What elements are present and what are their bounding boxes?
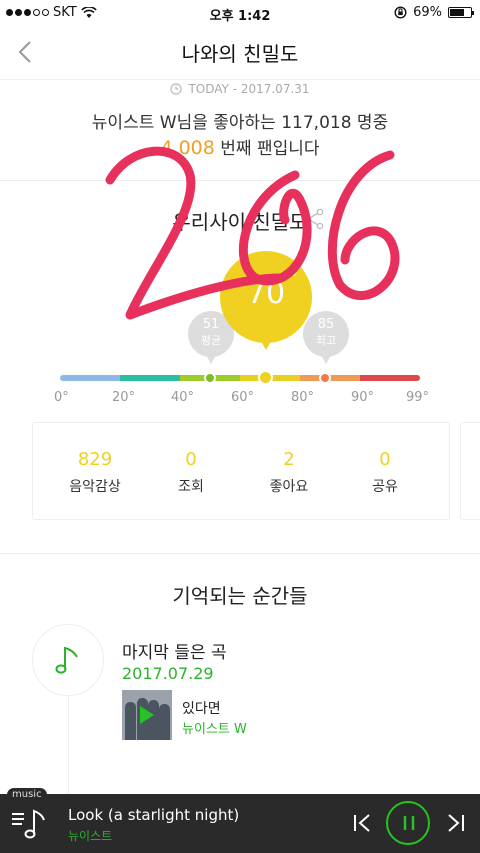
scale-segment [60,375,120,381]
status-right: 69% [394,5,474,20]
intimacy-pointer [258,336,274,350]
music-tag: music [7,788,47,802]
stat-value: 0 [185,449,197,470]
scale-tick: 20° [112,390,136,405]
intimacy-scale-bar [60,375,420,381]
stats-card[interactable]: 829 음악감상 0 조회 2 좋아요 0 공유 [32,422,450,520]
rotation-lock-icon [394,6,407,19]
header: 나와의 친밀도 [0,26,480,80]
scale-tick: 0° [54,390,69,405]
stat-label: 좋아요 [269,479,309,495]
pause-button[interactable] [386,801,430,845]
song-artist[interactable]: 뉴이스트 W [182,718,247,737]
album-art[interactable] [122,690,172,740]
page-title: 나와의 친밀도 [181,42,299,66]
memory-date: 2017.07.29 [122,664,214,683]
scale-segment [120,375,180,381]
playlist-icon[interactable] [10,806,48,840]
scale-tick: 40° [171,390,195,405]
best-pointer [321,355,331,364]
scale-tick: 99° [406,390,430,405]
average-pointer [206,355,216,364]
battery-icon [448,7,474,18]
next-card-peek[interactable] [460,422,480,520]
scale-tick: 60° [231,390,255,405]
average-label: 평균 [200,334,222,347]
stat-view: 0 조회 [143,449,239,496]
stat-label: 음악감상 [69,479,121,495]
previous-icon[interactable] [352,812,372,834]
best-marker [319,372,331,384]
handwritten-number-overlay [105,146,400,320]
best-label: 최고 [315,334,337,347]
stat-value: 0 [379,449,391,470]
stat-listen: 829 음악감상 [47,449,143,496]
timeline-node [32,624,104,696]
timeline-line [68,696,69,796]
status-bar: SKT 오후 1:42 69% [0,0,480,26]
now-playing-artist[interactable]: 뉴이스트 [68,827,112,844]
stat-like: 2 좋아요 [241,449,337,496]
next-icon[interactable] [446,812,466,834]
average-marker [204,372,216,384]
memories-title: 기억되는 순간들 [172,584,308,608]
stat-label: 공유 [372,479,398,495]
play-icon[interactable] [140,706,154,724]
now-playing-title[interactable]: Look (a starlight night) [68,806,239,824]
scale-segment [360,375,420,381]
today-label: TODAY - 2017.07.31 [0,82,480,96]
clock-icon [170,83,183,95]
stat-value: 2 [283,449,295,470]
scale-tick: 80° [291,390,315,405]
divider [0,553,480,554]
music-note-icon [55,646,78,674]
today-date: TODAY - 2017.07.31 [188,82,310,96]
stat-label: 조회 [178,479,204,495]
memory-heading: 마지막 들은 곡 [122,643,227,663]
stat-value: 829 [77,449,113,470]
scale-tick: 90° [351,390,375,405]
song-title[interactable]: 있다면 [182,698,221,718]
stat-share: 0 공유 [337,449,433,496]
pause-icon [403,816,415,830]
intimacy-marker [258,370,273,385]
battery-percent: 69% [413,5,442,20]
